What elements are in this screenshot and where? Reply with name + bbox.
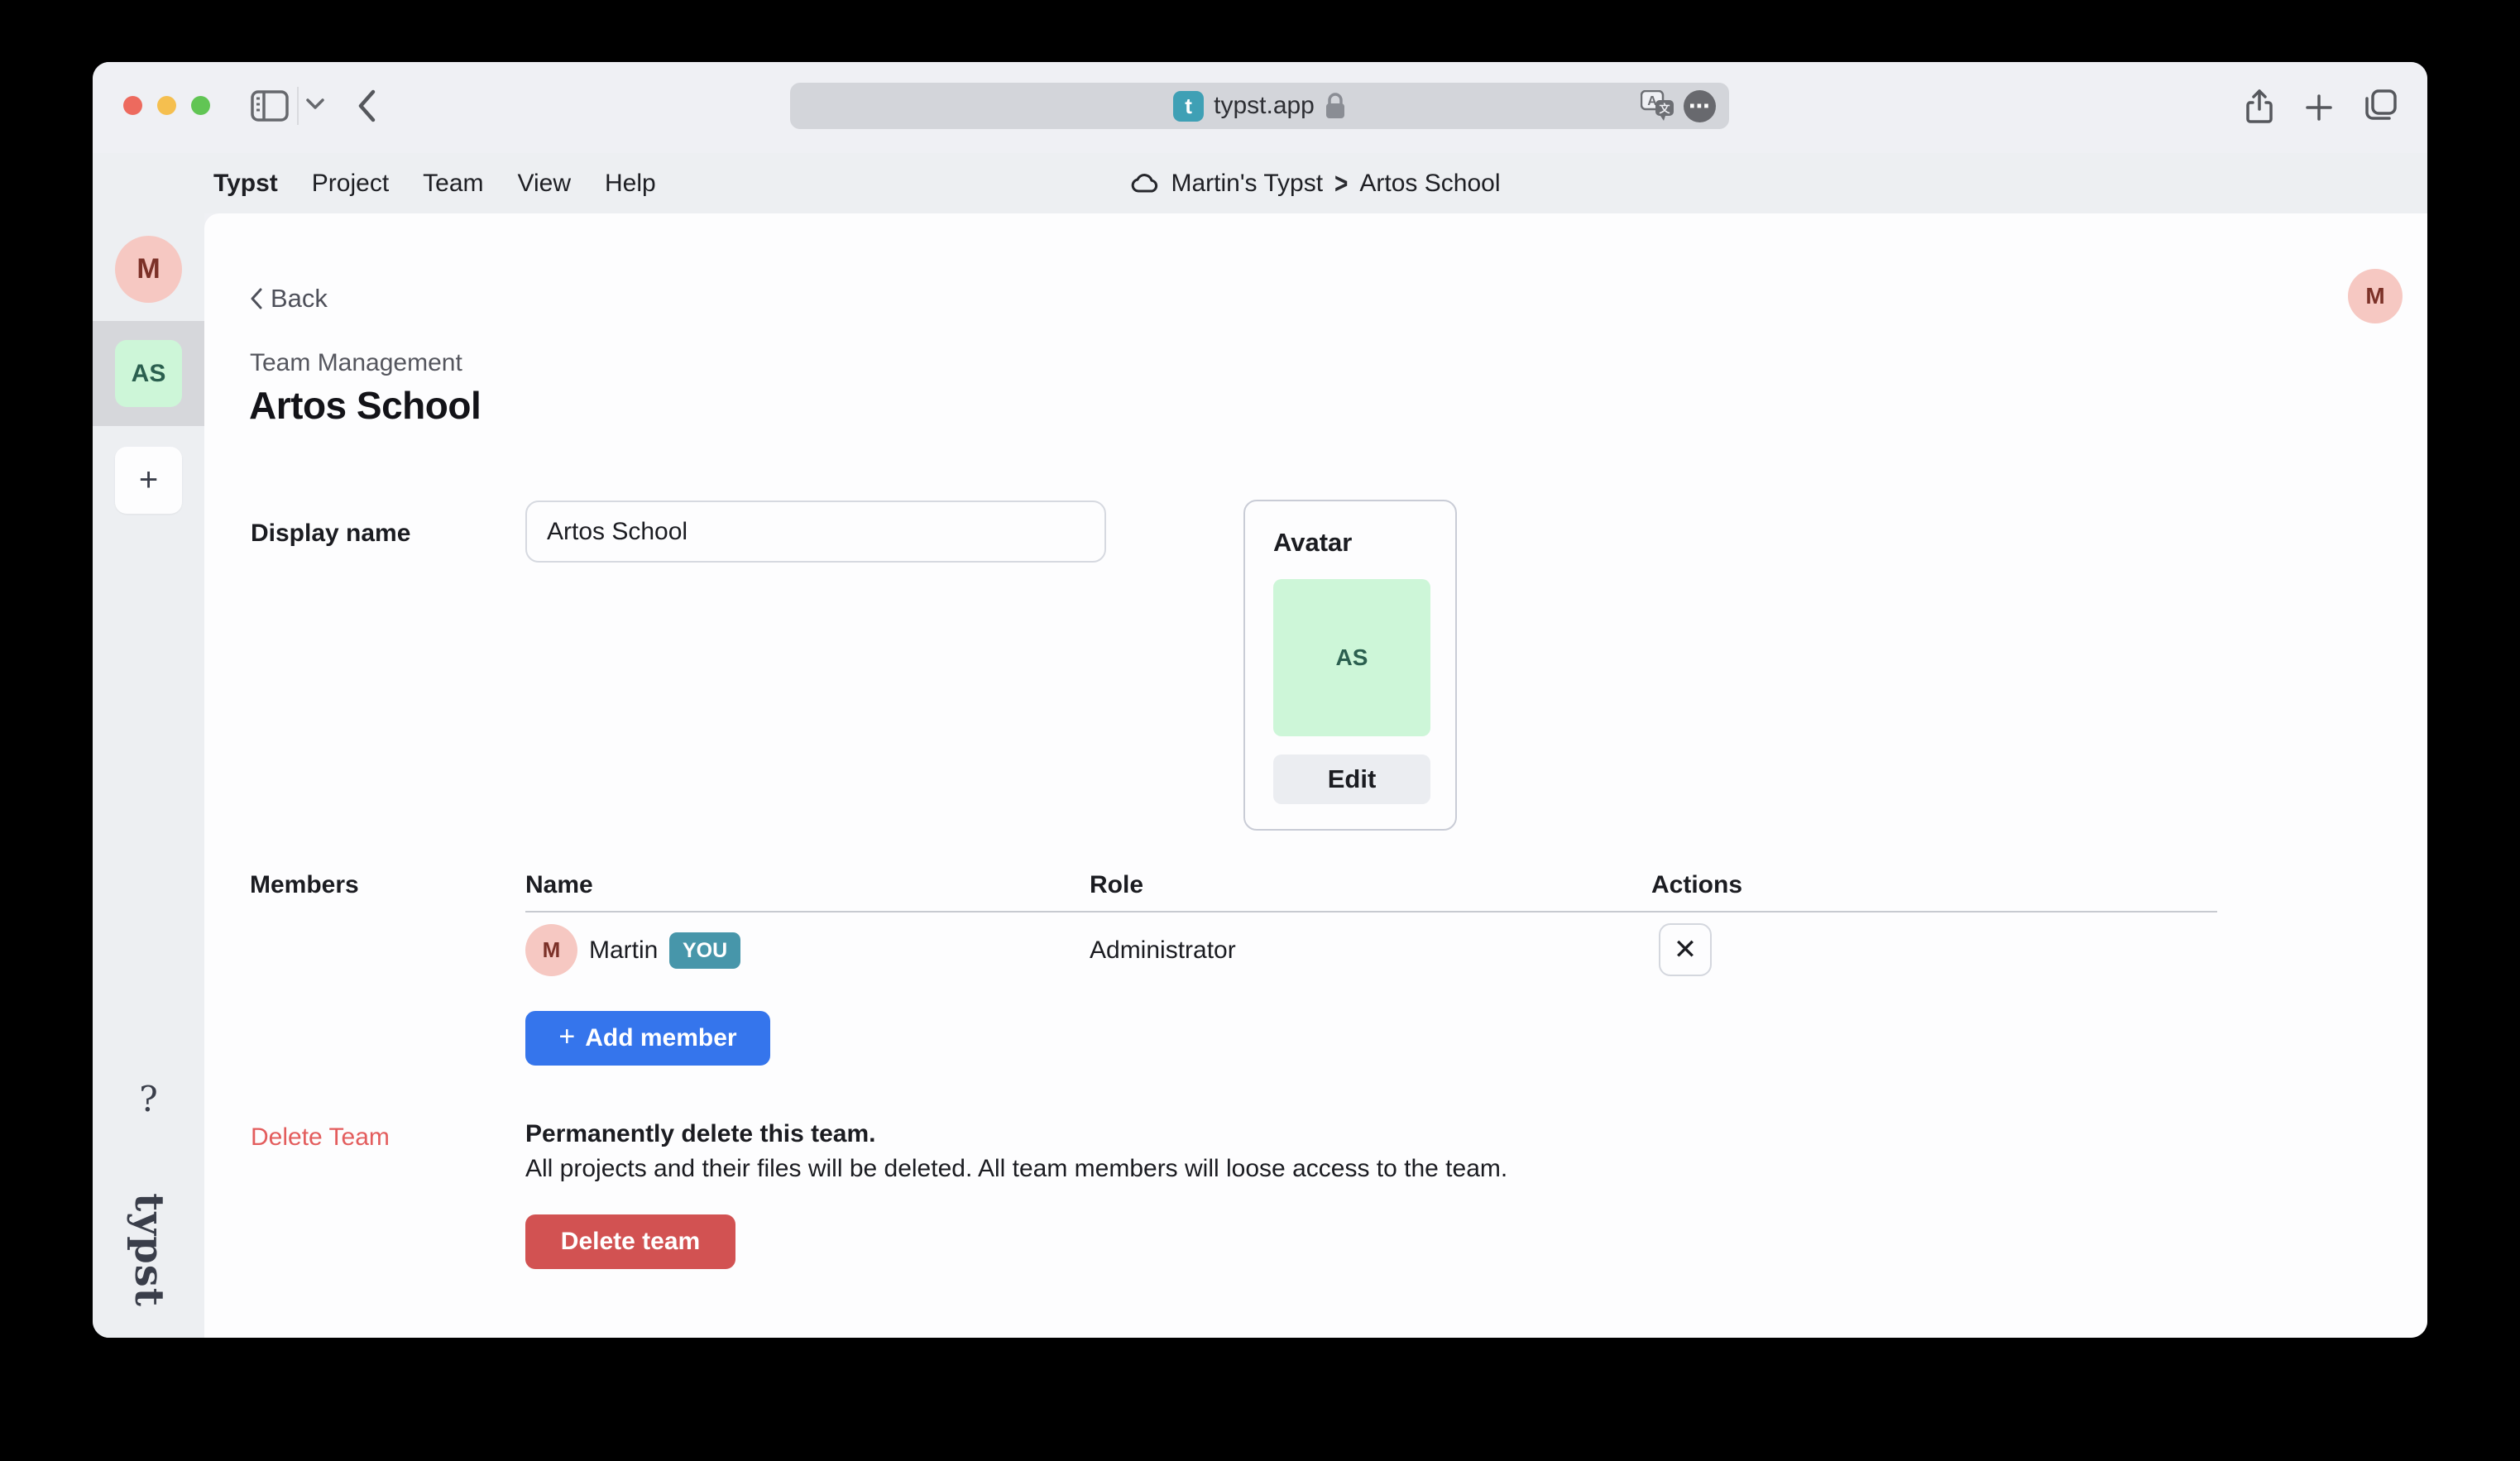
edit-avatar-button[interactable]: Edit [1273, 754, 1430, 804]
svg-text:文: 文 [1659, 103, 1670, 115]
column-header-name: Name [525, 871, 593, 899]
breadcrumb: Martin's Typst > Artos School [204, 153, 2427, 213]
sidebar-toggle-icon[interactable] [251, 90, 289, 122]
member-role: Administrator [1090, 936, 1236, 965]
sidebar-selected-item: AS [93, 321, 204, 426]
typst-logo: typst [93, 1173, 204, 1326]
delete-team-headline: Permanently delete this team. [525, 1120, 876, 1148]
delete-team-description: All projects and their files will be del… [525, 1155, 1507, 1183]
url-text: typst.app [1214, 92, 1315, 120]
breadcrumb-current[interactable]: Artos School [1359, 170, 1500, 198]
member-name: Martin [589, 936, 658, 965]
delete-team-section-label: Delete Team [251, 1123, 390, 1152]
tab-overview-icon[interactable] [2364, 89, 2398, 122]
browser-back-icon[interactable] [357, 89, 376, 122]
delete-team-button[interactable]: Delete team [525, 1214, 735, 1269]
breadcrumb-workspace[interactable]: Martin's Typst [1171, 170, 1323, 198]
plus-icon: + [558, 1021, 575, 1053]
table-divider [525, 911, 2217, 913]
sidebar-team-avatar[interactable]: AS [115, 340, 182, 407]
lock-icon [1325, 92, 1346, 120]
breadcrumb-separator: > [1334, 167, 1348, 200]
app-body: M AS + ? typst Back M Team Management Ar… [93, 213, 2427, 1338]
avatar-card: Avatar AS Edit [1243, 500, 1457, 831]
more-options-icon[interactable]: ⋯ [1684, 90, 1716, 122]
cloud-icon [1131, 174, 1159, 194]
avatar-card-title: Avatar [1273, 528, 1352, 558]
you-badge: YOU [669, 932, 740, 969]
add-member-button[interactable]: + Add member [525, 1011, 770, 1066]
members-section-label: Members [250, 871, 359, 899]
account-avatar[interactable]: M [2348, 269, 2403, 323]
close-window-button[interactable] [123, 96, 142, 115]
sidebar-add-team-button[interactable]: + [115, 447, 182, 514]
page-title: Artos School [249, 383, 481, 428]
browser-toolbar: t typst.app A文 ⋯ [93, 62, 2427, 153]
site-favicon: t [1173, 91, 1204, 122]
back-label: Back [271, 284, 328, 314]
sidebar-user-avatar[interactable]: M [115, 236, 182, 303]
member-avatar: M [525, 924, 577, 976]
column-header-actions: Actions [1651, 871, 1742, 899]
minimize-window-button[interactable] [157, 96, 176, 115]
translate-icon[interactable]: A文 [1641, 90, 1675, 122]
workspace-sidebar: M AS + ? typst [93, 213, 204, 1338]
team-avatar-preview: AS [1273, 579, 1430, 736]
display-name-input[interactable] [525, 501, 1106, 563]
back-button[interactable]: Back [251, 284, 328, 314]
address-bar[interactable]: t typst.app A文 ⋯ [790, 83, 1729, 129]
app-menubar: Typst Project Team View Help Martin's Ty… [93, 153, 2427, 213]
zoom-window-button[interactable] [191, 96, 210, 115]
column-header-role: Role [1090, 871, 1143, 899]
display-name-label: Display name [251, 520, 410, 548]
team-management-panel: Back M Team Management Artos School Disp… [204, 213, 2427, 1338]
new-tab-icon[interactable] [2305, 93, 2333, 122]
browser-window: t typst.app A文 ⋯ Typst Project [93, 62, 2427, 1338]
remove-member-button[interactable]: ✕ [1659, 923, 1712, 976]
toolbar-divider [297, 87, 299, 125]
back-chevron-icon [251, 288, 262, 309]
chevron-down-icon[interactable] [306, 98, 324, 110]
share-icon[interactable] [2246, 89, 2273, 124]
help-icon[interactable]: ? [93, 1074, 204, 1123]
page-eyebrow: Team Management [250, 349, 462, 377]
add-member-label: Add member [585, 1024, 736, 1052]
